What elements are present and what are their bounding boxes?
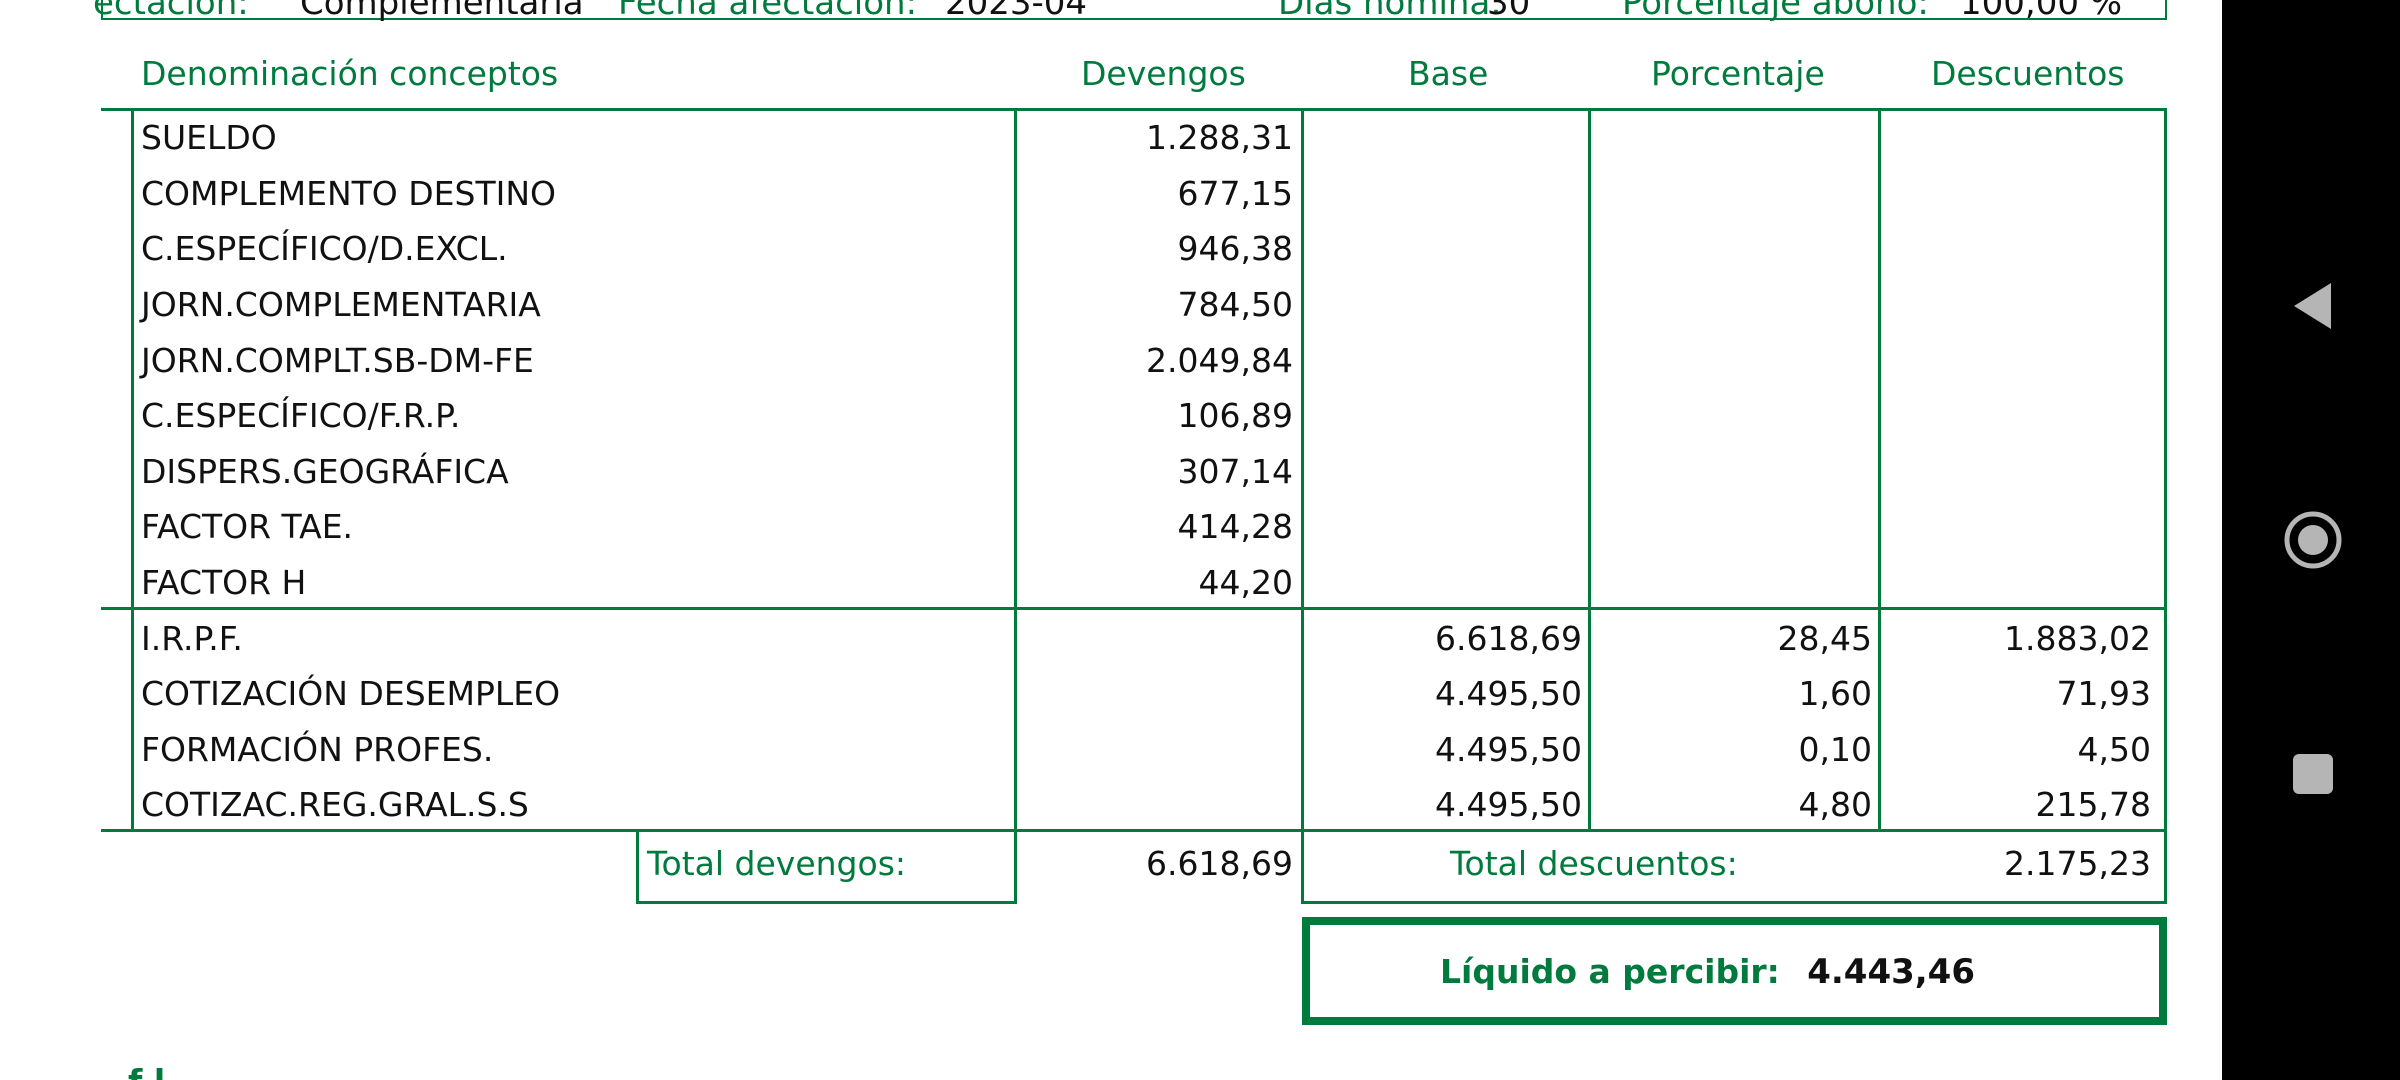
table-left-line xyxy=(131,108,134,832)
header-label-fecha: Fecha afectación: xyxy=(618,0,918,23)
table-row-devengos: 106,89 xyxy=(1177,396,1293,435)
divider-porcentaje xyxy=(1588,108,1591,832)
table-row-descuentos: 1.883,02 xyxy=(2004,619,2151,658)
header-label-porcentaje: Porcentaje abono: xyxy=(1622,0,1929,23)
header-value-porcentaje: 100,00 % xyxy=(1960,0,2123,23)
table-row-devengos: 307,14 xyxy=(1177,452,1293,491)
column-header-devengos: Devengos xyxy=(1081,54,1246,93)
payslip-document: ectación: Complementaria Fecha afectació… xyxy=(0,0,2222,1080)
table-row-devengos: 946,38 xyxy=(1177,229,1293,268)
section-divider-line xyxy=(101,607,2167,610)
table-row-descuentos: 215,78 xyxy=(2035,785,2151,824)
column-header-porcentaje: Porcentaje xyxy=(1651,54,1825,93)
table-row-descuentos: 71,93 xyxy=(2056,674,2151,713)
table-row-concept: FACTOR H xyxy=(141,563,307,602)
header-label-afectacion: ectación: xyxy=(93,0,249,23)
table-right-line xyxy=(2164,108,2167,904)
header-value-fecha: 2023-04 xyxy=(945,0,1088,23)
table-row-concept: SUELDO xyxy=(141,118,277,157)
table-row-porcentaje: 28,45 xyxy=(1777,619,1872,658)
totals-descuentos-bottom-line xyxy=(1301,901,2167,904)
table-row-descuentos: 4,50 xyxy=(2077,730,2151,769)
total-devengos-label: Total devengos: xyxy=(647,844,907,883)
table-row-concept: COTIZAC.REG.GRAL.S.S xyxy=(141,785,529,824)
table-row-devengos: 677,15 xyxy=(1177,174,1293,213)
back-button[interactable] xyxy=(2283,276,2343,336)
header-label-dias: Días nómina: xyxy=(1278,0,1502,23)
table-row-concept: I.R.P.F. xyxy=(141,619,243,658)
table-row-base: 4.495,50 xyxy=(1435,785,1582,824)
table-row-concept: COMPLEMENTO DESTINO xyxy=(141,174,557,213)
table-row-porcentaje: 1,60 xyxy=(1798,674,1872,713)
table-row-concept: FACTOR TAE. xyxy=(141,507,354,546)
next-section-heading-fragment: f l xyxy=(128,1060,248,1080)
table-row-concept: DISPERS.GEOGRÁFICA xyxy=(141,452,509,491)
table-row-concept: JORN.COMPLT.SB-DM-FE xyxy=(141,341,534,380)
divider-base xyxy=(1301,108,1304,904)
net-amount-value: 4.443,46 xyxy=(1807,952,1975,992)
column-header-descuentos: Descuentos xyxy=(1931,54,2125,93)
table-row-devengos: 784,50 xyxy=(1177,285,1293,324)
total-descuentos-value: 2.175,23 xyxy=(2004,844,2151,883)
header-value-afectacion: Complementaria xyxy=(300,0,584,23)
next-section-heading-text: f l xyxy=(128,1060,248,1080)
table-row-devengos: 1.288,31 xyxy=(1146,118,1293,157)
header-value-dias: 30 xyxy=(1487,0,1531,23)
totals-devengos-bottom-line xyxy=(636,901,1017,904)
column-header-concept: Denominación conceptos xyxy=(141,54,559,93)
divider-devengos xyxy=(1014,108,1017,904)
table-top-line xyxy=(101,108,2167,111)
home-button[interactable] xyxy=(2283,510,2343,570)
column-header-base: Base xyxy=(1408,54,1489,93)
total-descuentos-label: Total descuentos: xyxy=(1450,844,1738,883)
back-icon xyxy=(2294,283,2331,329)
totals-left-line xyxy=(636,829,639,904)
recents-icon xyxy=(2293,754,2333,794)
table-row-base: 6.618,69 xyxy=(1435,619,1582,658)
table-bottom-line xyxy=(101,829,2167,832)
table-row-concept: FORMACIÓN PROFES. xyxy=(141,730,494,769)
divider-descuentos xyxy=(1878,108,1881,832)
table-row-devengos: 44,20 xyxy=(1198,563,1293,602)
table-row-devengos: 414,28 xyxy=(1177,507,1293,546)
table-row-concept: C.ESPECÍFICO/D.EXCL. xyxy=(141,229,508,268)
table-row-concept: JORN.COMPLEMENTARIA xyxy=(141,285,541,324)
home-icon xyxy=(2284,511,2342,569)
total-devengos-value: 6.618,69 xyxy=(1146,844,1293,883)
table-row-concept: COTIZACIÓN DESEMPLEO xyxy=(141,674,561,713)
table-row-base: 4.495,50 xyxy=(1435,730,1582,769)
table-row-porcentaje: 0,10 xyxy=(1798,730,1872,769)
table-row-base: 4.495,50 xyxy=(1435,674,1582,713)
table-row-devengos: 2.049,84 xyxy=(1146,341,1293,380)
net-amount-label: Líquido a percibir: xyxy=(1440,952,1780,991)
table-row-concept: C.ESPECÍFICO/F.R.P. xyxy=(141,396,461,435)
table-row-porcentaje: 4,80 xyxy=(1798,785,1872,824)
recents-button[interactable] xyxy=(2283,744,2343,804)
